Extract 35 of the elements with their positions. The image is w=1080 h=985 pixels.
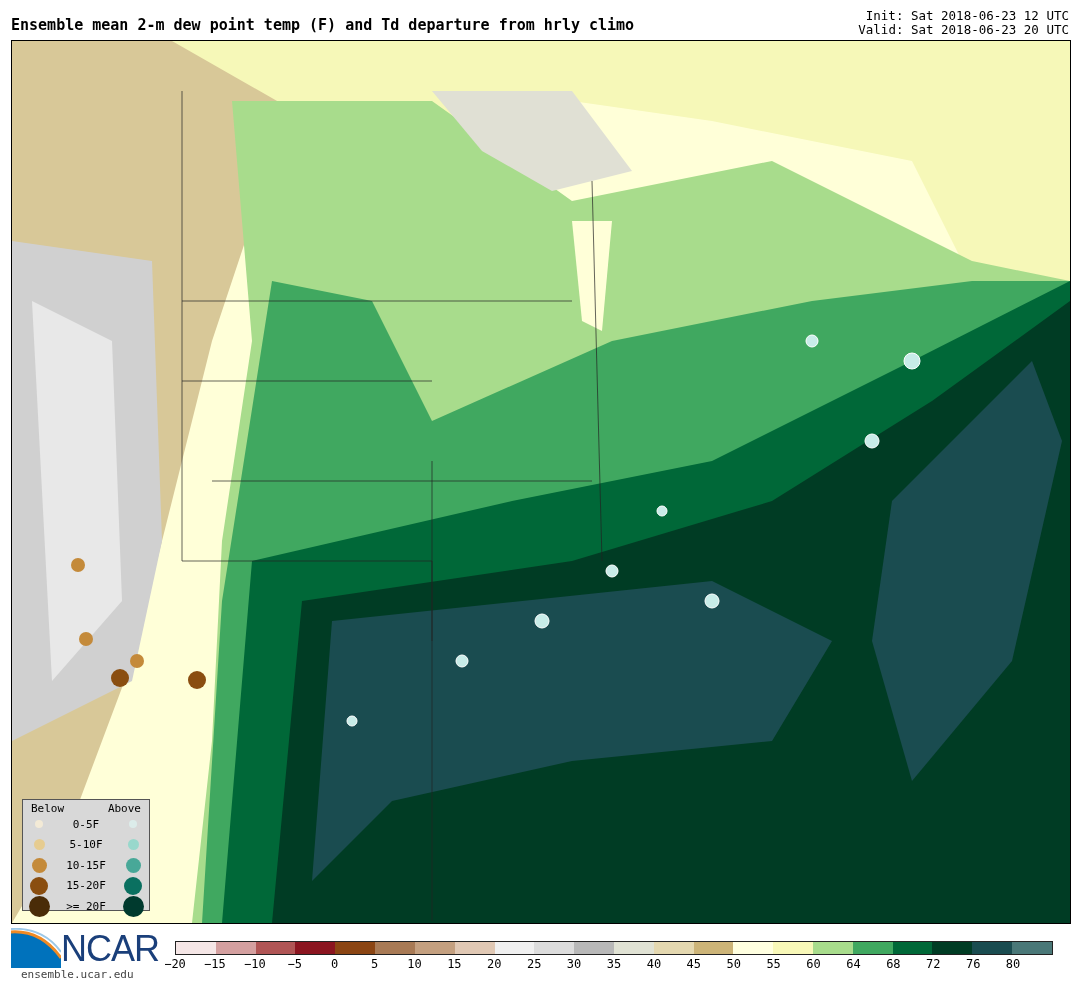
scale-tick-label: 60 bbox=[806, 957, 821, 971]
legend-range-label: >= 20F bbox=[65, 899, 107, 913]
legend-range-label: 5-10F bbox=[68, 838, 104, 852]
init-time: Init: Sat 2018-06-23 12 UTC bbox=[864, 9, 1069, 23]
scale-tick-label: −10 bbox=[243, 957, 266, 971]
scale-tick-label: 25 bbox=[526, 957, 542, 971]
scale-tick-label: 40 bbox=[646, 957, 662, 971]
valid-time: Valid: Sat 2018-06-23 20 UTC bbox=[858, 23, 1069, 37]
legend-range-label: 10-15F bbox=[65, 858, 107, 872]
website-url: ensemble.ucar.edu bbox=[20, 968, 135, 981]
scale-tick-label: 55 bbox=[766, 957, 781, 971]
scale-tick-label: 5 bbox=[370, 957, 379, 971]
scale-tick-label: 0 bbox=[331, 957, 339, 971]
scale-tick-label: 15 bbox=[447, 957, 462, 971]
chart-title: Ensemble mean 2-m dew point temp (F) and Td departure from hrly climo bbox=[11, 16, 635, 36]
scale-tick-label: 35 bbox=[606, 957, 622, 971]
legend-range-label: 15-20F bbox=[65, 879, 107, 893]
legend-range-label: 0-5F bbox=[71, 817, 101, 831]
logo-text: NCAR bbox=[61, 930, 159, 968]
scale-tick-label: 72 bbox=[926, 957, 941, 971]
legend-above-label: Above bbox=[107, 801, 141, 815]
scale-tick-label: 76 bbox=[965, 957, 981, 971]
scale-tick-label: 64 bbox=[846, 957, 861, 971]
scale-tick-label: 80 bbox=[1005, 957, 1021, 971]
scale-tick-label: −20 bbox=[164, 957, 186, 971]
scale-tick-label: 10 bbox=[407, 957, 422, 971]
scale-tick-label: 50 bbox=[726, 957, 741, 971]
scale-tick-label: 68 bbox=[886, 957, 901, 971]
scale-tick-label: 20 bbox=[487, 957, 502, 971]
legend-below-label: Below bbox=[31, 801, 65, 815]
scale-tick-label: 30 bbox=[566, 957, 582, 971]
scale-tick-label: −5 bbox=[287, 957, 302, 971]
swoosh-logo-icon bbox=[11, 928, 61, 968]
scale-tick-label: 45 bbox=[686, 957, 702, 971]
scale-tick-label: −15 bbox=[204, 957, 226, 971]
